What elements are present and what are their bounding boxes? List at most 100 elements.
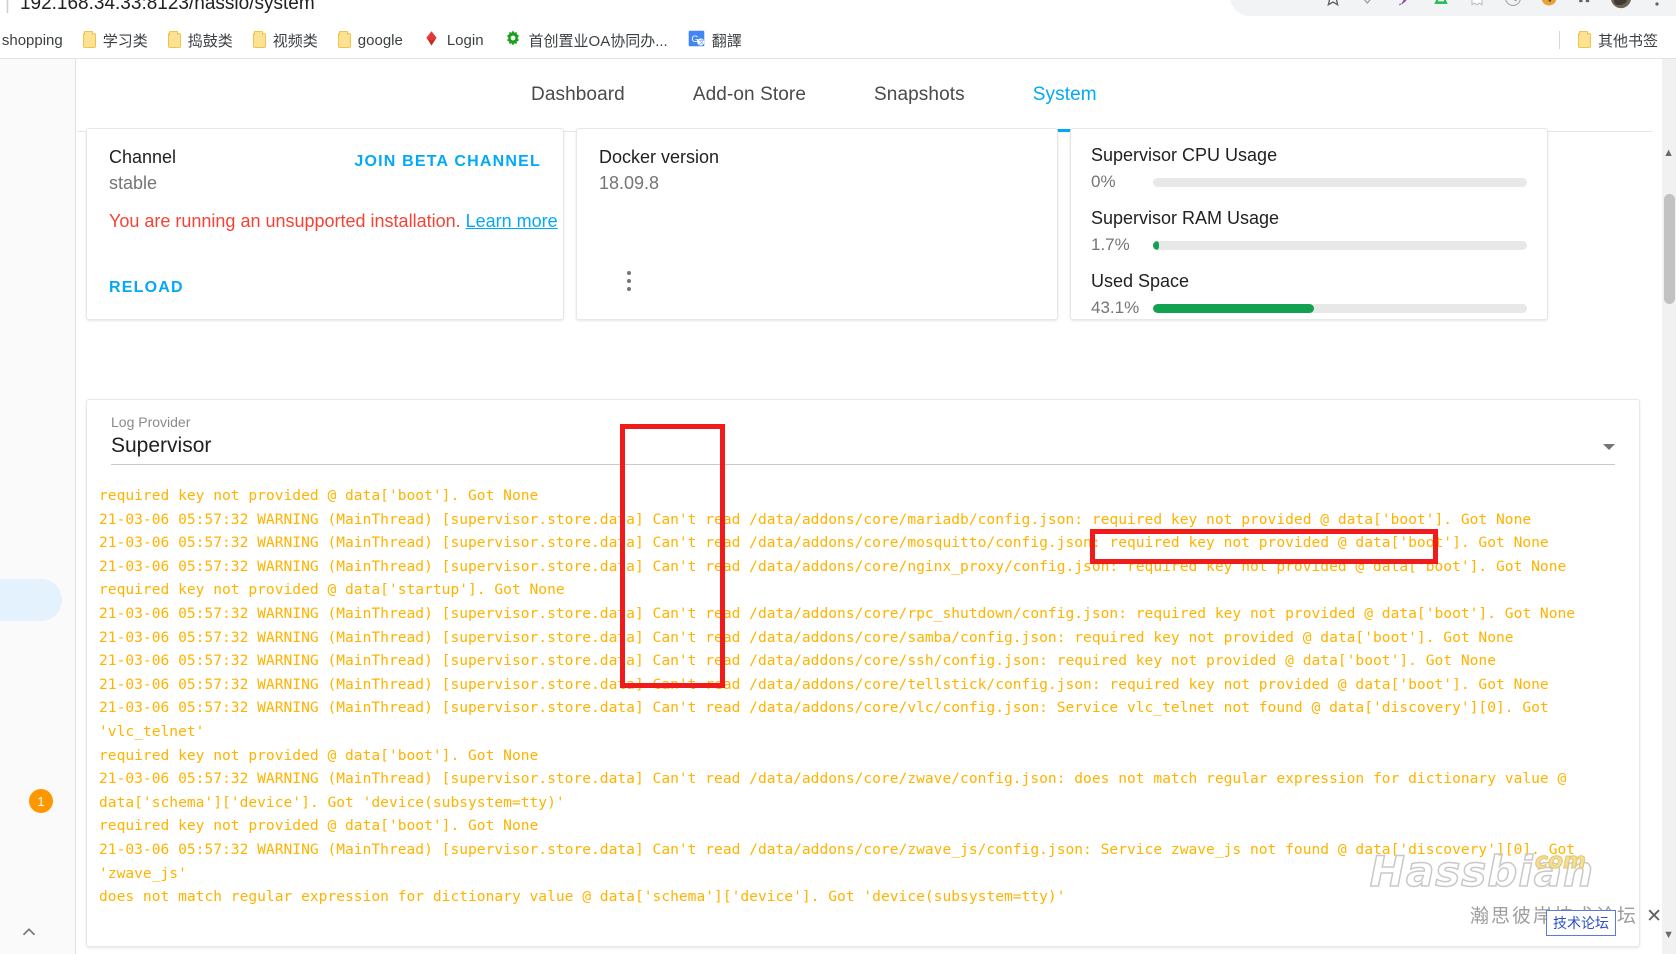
bookmark-label: 视频类 — [272, 32, 318, 50]
log-line: 21-03-06 05:57:32 WARNING (MainThread) [… — [99, 652, 1497, 670]
docker-version-label: Docker version — [599, 147, 720, 167]
star-icon[interactable] — [1322, 0, 1344, 9]
log-line: required key not provided @ data['startu… — [99, 581, 565, 599]
tab-dashboard[interactable]: Dashboard — [497, 59, 659, 132]
progress-bar-fill — [1153, 240, 1160, 250]
tab-addon-store[interactable]: Add-on Store — [659, 59, 840, 132]
ghost-icon[interactable] — [1466, 0, 1488, 9]
puzzle-icon[interactable] — [1574, 0, 1596, 9]
progress-bar-fill — [1153, 303, 1315, 313]
pen-icon[interactable] — [1394, 0, 1416, 9]
log-line: 21-03-06 05:57:32 WARNING (MainThread) [… — [99, 628, 1514, 646]
progress-bar-track — [1153, 303, 1527, 313]
folder-icon — [1577, 30, 1591, 48]
log-line: 'zwave_js' — [99, 864, 187, 882]
tab-label: Dashboard — [531, 84, 625, 105]
log-line: 21-03-06 05:57:32 WARNING (MainThread) [… — [99, 840, 1576, 858]
log-line: 21-03-06 05:57:32 WARNING (MainThread) [… — [99, 699, 1549, 717]
channel-card: Channel stable JOIN BETA CHANNEL You are… — [86, 128, 564, 320]
learn-more-link[interactable]: Learn more — [466, 211, 558, 231]
bookmark-label: 翻譯 — [711, 32, 742, 50]
log-line: does not match regular expression for di… — [99, 888, 1066, 906]
bookmarks-bar: nline shopping 学习类 捣鼓类 视频类 google Login … — [0, 22, 1676, 59]
bookmark-item[interactable]: 学习类 — [73, 25, 158, 55]
unsupported-install-warning: You are running an unsupported installat… — [109, 211, 558, 232]
hassio-tabbar: Dashboard Add-on Store Snapshots System — [77, 59, 1652, 132]
tab-label: Snapshots — [874, 84, 965, 105]
bookmark-item[interactable]: 捣鼓类 — [158, 25, 243, 55]
log-line: 21-03-06 05:57:32 WARNING (MainThread) [… — [99, 534, 1549, 552]
adblock-icon[interactable] — [1430, 0, 1452, 9]
app-main-content: Dashboard Add-on Store Snapshots System … — [77, 59, 1676, 954]
scroll-up-arrow-icon[interactable]: ▲ — [1663, 147, 1674, 159]
bookmark-label: google — [357, 31, 403, 49]
docker-version-value: 18.09.8 — [599, 173, 660, 193]
log-line: required key not provided @ data['boot']… — [99, 487, 539, 504]
metric-label: Used Space — [1091, 271, 1190, 291]
system-cards-row: Channel stable JOIN BETA CHANNEL You are… — [86, 128, 1640, 393]
join-beta-channel-button[interactable]: JOIN BETA CHANNEL — [354, 153, 541, 171]
bookmark-item[interactable]: 首创置业OA协同办... — [494, 25, 678, 55]
tab-snapshots[interactable]: Snapshots — [840, 59, 999, 132]
log-output: required key not provided @ data['boot']… — [87, 472, 1639, 946]
browser-toolbar-icons — [1322, 0, 1668, 16]
folder-icon — [167, 30, 181, 48]
log-line: data['schema']['device']. Got 'device(su… — [99, 793, 565, 811]
metric-value: 0% — [1091, 172, 1116, 191]
metric-value: 1.7% — [1091, 235, 1130, 254]
metric-label: Supervisor CPU Usage — [1091, 145, 1278, 165]
warning-text: You are running an unsupported installat… — [109, 211, 461, 231]
bookmark-item[interactable]: G文 翻譯 — [678, 25, 752, 55]
other-bookmarks-button[interactable]: 其他书签 — [1568, 25, 1668, 55]
tab-system[interactable]: System — [999, 59, 1131, 132]
bookmark-label: 学习类 — [102, 32, 148, 50]
chevron-down-icon[interactable] — [1603, 444, 1615, 450]
log-provider-value: Supervisor — [111, 434, 212, 457]
log-provider-select[interactable]: Log Provider Supervisor — [87, 400, 1639, 465]
menu-dots-icon[interactable] — [1646, 0, 1668, 9]
bookmark-item[interactable]: 视频类 — [243, 25, 328, 55]
metric-value: 43.1% — [1091, 298, 1140, 317]
bookmark-item[interactable]: nline shopping — [0, 25, 73, 55]
profile-avatar-icon[interactable] — [1610, 0, 1632, 9]
bookmark-item[interactable]: google — [328, 25, 413, 55]
metric-supervisor-ram-usage: Supervisor RAM Usage 1.7% — [1091, 208, 1527, 255]
sidebar-item-selected[interactable] — [0, 579, 62, 621]
omnibox[interactable]: 安全 | 192.168.34.33:8123/hassio/system — [0, 0, 860, 22]
bookmarks-divider — [1558, 31, 1560, 49]
page-scrollbar[interactable]: ▲ ▼ — [1662, 59, 1676, 954]
diamond-icon — [423, 30, 440, 51]
supervisor-usage-card: Supervisor CPU Usage 0% Supervisor RAM U… — [1070, 128, 1548, 320]
bookmark-label: Login — [446, 31, 484, 49]
metric-used-space: Used Space 43.1% — [1091, 271, 1527, 318]
folder-icon — [252, 30, 266, 48]
gear-green-icon — [504, 29, 522, 51]
bookmark-item[interactable]: Login — [413, 25, 494, 55]
clock-icon[interactable] — [1502, 0, 1524, 9]
checkmark-icon[interactable] — [1358, 0, 1380, 9]
log-line: 21-03-06 05:57:32 WARNING (MainThread) [… — [99, 510, 1532, 528]
folder-icon — [337, 30, 351, 48]
log-line: 21-03-06 05:57:32 WARNING (MainThread) [… — [99, 557, 1567, 575]
cookie-icon[interactable] — [1538, 0, 1560, 9]
browser-omnibar: 安全 | 192.168.34.33:8123/hassio/system — [0, 0, 1676, 22]
log-line: 21-03-06 05:57:32 WARNING (MainThread) [… — [99, 770, 1567, 788]
scroll-down-arrow-icon[interactable]: ▼ — [1663, 929, 1674, 941]
log-card: Log Provider Supervisor required key not… — [86, 399, 1640, 947]
log-line: required key not provided @ data['boot']… — [99, 746, 539, 764]
omnibox-url-text: 192.168.34.33:8123/hassio/system — [19, 0, 315, 14]
metric-label: Supervisor RAM Usage — [1091, 208, 1280, 228]
log-line: 21-03-06 05:57:32 WARNING (MainThread) [… — [99, 675, 1549, 693]
app-title: ant — [0, 87, 74, 113]
reload-button[interactable]: RELOAD — [109, 279, 184, 297]
chevron-up-icon[interactable] — [18, 921, 40, 949]
translate-icon: G文 — [688, 30, 705, 51]
vertical-dots-icon[interactable] — [619, 271, 639, 293]
docker-version-card: Docker version 18.09.8 — [576, 128, 1058, 320]
page-scrollbar-thumb[interactable] — [1664, 194, 1675, 304]
log-provider-label: Log Provider — [111, 414, 191, 430]
sidebar-notification-badge[interactable]: 1 — [29, 789, 53, 813]
log-line: 'vlc_telnet' — [99, 722, 205, 740]
bookmark-label: nline shopping — [0, 31, 63, 49]
channel-value: stable — [109, 173, 158, 193]
